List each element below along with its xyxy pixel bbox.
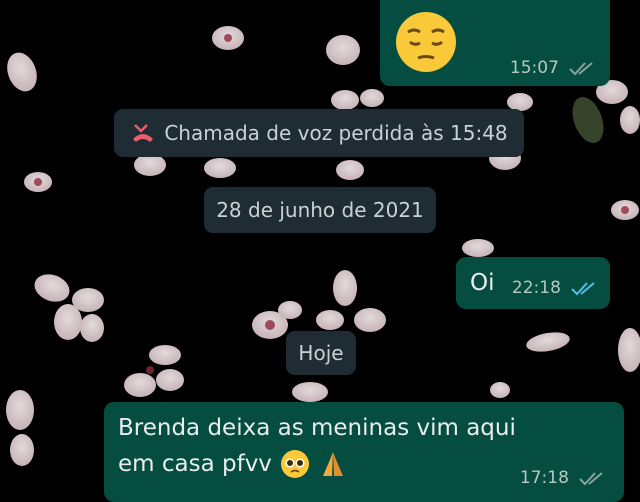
message-time: 22:18 — [511, 278, 561, 298]
message-time: 17:18 — [519, 468, 569, 488]
message-text: Oi — [470, 270, 495, 296]
date-separator: 28 de junho de 2021 — [204, 187, 436, 233]
date-text: 28 de junho de 2021 — [216, 198, 424, 222]
folded-hands-emoji — [322, 452, 343, 476]
date-separator-today: Hoje — [286, 331, 356, 375]
pleading-face-emoji — [280, 450, 309, 478]
message-text-line-2: em casa pfvv — [118, 451, 272, 477]
delivered-ticks-icon — [579, 471, 603, 485]
delivered-ticks-icon — [569, 61, 593, 75]
outgoing-message[interactable]: Oi 22:18 — [456, 257, 610, 309]
message-text-line-1: Brenda deixa as meninas vim aqui — [118, 415, 516, 441]
outgoing-message-emoji[interactable]: 15:07 — [380, 0, 610, 86]
outgoing-message[interactable]: Brenda deixa as meninas vim aqui em casa… — [104, 402, 624, 502]
pensive-face-emoji — [396, 12, 456, 72]
read-ticks-icon — [571, 281, 595, 295]
message-time: 15:07 — [509, 58, 559, 78]
date-text: Hoje — [298, 341, 344, 365]
missed-call-text: Chamada de voz perdida às 15:48 — [164, 121, 508, 145]
missed-voice-call-icon — [133, 124, 154, 142]
missed-call-notice: Chamada de voz perdida às 15:48 — [114, 109, 524, 157]
